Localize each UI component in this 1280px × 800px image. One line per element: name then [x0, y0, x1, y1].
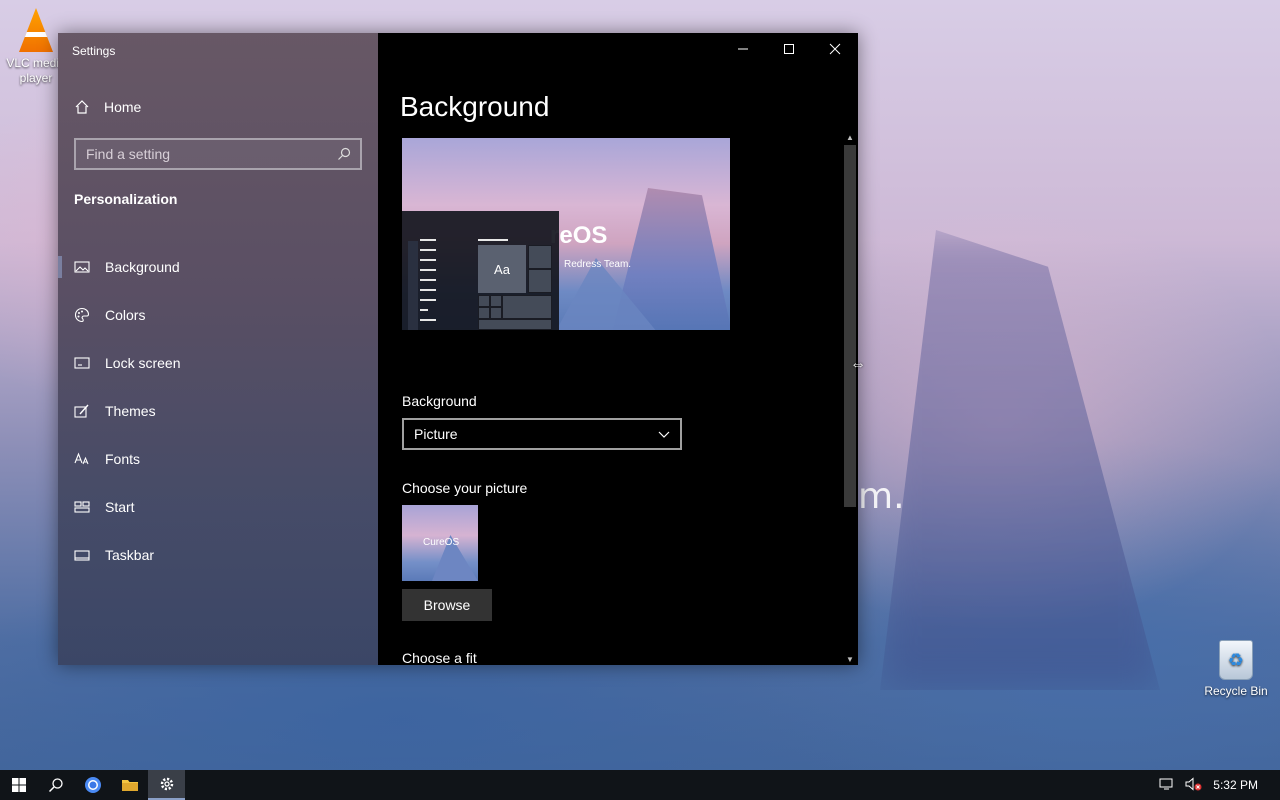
nav-home[interactable]: Home	[74, 96, 141, 118]
lock-screen-icon	[74, 355, 90, 371]
preview-tile	[478, 319, 552, 330]
vertical-scrollbar[interactable]: ▲ ▼	[842, 131, 858, 665]
wallpaper-mountain	[880, 230, 1160, 690]
search-input[interactable]	[86, 146, 316, 162]
sidebar-item-label: Colors	[105, 307, 146, 323]
settings-content: Background reOS Redress Team. Aa Backgro…	[378, 33, 858, 665]
desktop-icon-recycle-bin[interactable]: ♻ Recycle Bin	[1200, 640, 1272, 699]
close-icon	[829, 43, 841, 55]
folder-icon	[121, 780, 138, 791]
taskbar-search-button[interactable]	[37, 770, 74, 800]
background-dropdown-value: Picture	[414, 426, 458, 442]
wallpaper-text: m.	[858, 476, 905, 517]
start-icon	[74, 499, 90, 515]
preview-tile-aa: Aa	[478, 245, 526, 293]
taskbar-explorer-button[interactable]	[111, 770, 148, 800]
preview-subtitle: Redress Team.	[564, 259, 632, 270]
search-icon	[48, 778, 63, 793]
picture-icon	[74, 259, 90, 275]
maximize-icon	[784, 44, 794, 54]
sidebar-item-label: Background	[105, 259, 180, 275]
windows-logo-icon	[11, 778, 26, 792]
preview-line	[420, 319, 436, 321]
preview-line	[420, 269, 436, 271]
close-button[interactable]	[812, 33, 858, 65]
minimize-button[interactable]	[720, 33, 766, 65]
scroll-up-icon[interactable]: ▲	[842, 131, 858, 143]
network-icon[interactable]	[1159, 777, 1175, 794]
preview-start-menu: Aa	[402, 211, 559, 330]
system-tray: 5:32 PM	[1159, 770, 1280, 800]
choose-picture-label: Choose your picture	[402, 480, 528, 496]
sidebar-item-label: Start	[105, 499, 135, 515]
preview-line	[420, 289, 436, 291]
preview-tile	[490, 307, 502, 319]
desktop-icon-label: Recycle Bin	[1204, 684, 1268, 698]
preview-tile	[490, 295, 502, 307]
background-dropdown[interactable]: Picture	[402, 418, 682, 450]
preview-line	[420, 279, 436, 281]
gear-icon	[160, 777, 173, 791]
browse-button[interactable]: Browse	[402, 589, 492, 621]
thumbnail-brand: CureOS	[423, 537, 460, 548]
section-title: Personalization	[74, 191, 178, 207]
fonts-icon	[74, 451, 90, 467]
sidebar-item-colors[interactable]: Colors	[58, 291, 378, 339]
chrome-icon	[84, 777, 101, 793]
taskbar-chrome-button[interactable]	[74, 770, 111, 800]
sidebar-item-taskbar[interactable]: Taskbar	[58, 531, 378, 579]
resize-cursor-icon: ⇔	[850, 356, 866, 373]
choose-fit-label: Choose a fit	[402, 650, 477, 665]
nav-list: Background Colors Lock screen Themes Fon…	[58, 243, 378, 579]
preview-tile	[528, 269, 552, 293]
home-icon	[74, 99, 90, 115]
preview-line	[420, 259, 436, 261]
vlc-icon	[19, 8, 53, 52]
page-title: Background	[400, 91, 550, 122]
scrollbar-thumb[interactable]	[844, 145, 856, 507]
preview-line	[420, 309, 428, 311]
palette-icon	[74, 307, 90, 323]
nav-home-label: Home	[104, 99, 142, 115]
minimize-icon	[738, 48, 748, 50]
preview-line	[420, 249, 436, 251]
preview-tile	[478, 307, 490, 319]
sidebar-item-label: Lock screen	[105, 355, 181, 371]
window-title: Settings	[72, 44, 116, 58]
volume-muted-icon[interactable]	[1185, 776, 1203, 794]
sidebar-item-label: Fonts	[105, 451, 141, 467]
search-icon[interactable]	[336, 146, 352, 162]
sidebar-item-fonts[interactable]: Fonts	[58, 435, 378, 483]
preview-line	[420, 299, 436, 301]
preview-rail	[408, 241, 418, 330]
settings-sidebar: Settings Home Personalization Background	[58, 33, 378, 665]
preview-line	[420, 239, 436, 241]
preview-tile	[502, 295, 552, 319]
sidebar-item-themes[interactable]: Themes	[58, 387, 378, 435]
preview-tile	[528, 245, 552, 269]
window-controls	[720, 33, 858, 65]
background-label: Background	[402, 393, 477, 409]
search-box[interactable]	[74, 138, 362, 170]
sidebar-item-label: Taskbar	[105, 547, 155, 563]
settings-window: Settings Home Personalization Background	[58, 33, 858, 665]
sidebar-item-background[interactable]: Background	[58, 243, 378, 291]
start-button[interactable]	[0, 770, 37, 800]
recycle-bin-icon: ♻	[1219, 640, 1253, 680]
background-preview: reOS Redress Team. Aa	[402, 138, 730, 330]
taskbar-clock[interactable]: 5:32 PM	[1213, 778, 1258, 792]
chevron-down-icon	[658, 426, 670, 442]
taskbar-icon	[74, 547, 90, 563]
sidebar-item-start[interactable]: Start	[58, 483, 378, 531]
preview-tile	[478, 295, 490, 307]
sidebar-item-label: Themes	[105, 403, 156, 419]
taskbar: 5:32 PM	[0, 770, 1280, 800]
preview-line	[478, 239, 508, 241]
maximize-button[interactable]	[766, 33, 812, 65]
picture-thumbnail[interactable]: CureOS	[402, 505, 478, 581]
themes-icon	[74, 403, 90, 419]
taskbar-settings-button[interactable]	[148, 770, 185, 800]
sidebar-item-lock-screen[interactable]: Lock screen	[58, 339, 378, 387]
scroll-down-icon[interactable]: ▼	[842, 653, 858, 665]
